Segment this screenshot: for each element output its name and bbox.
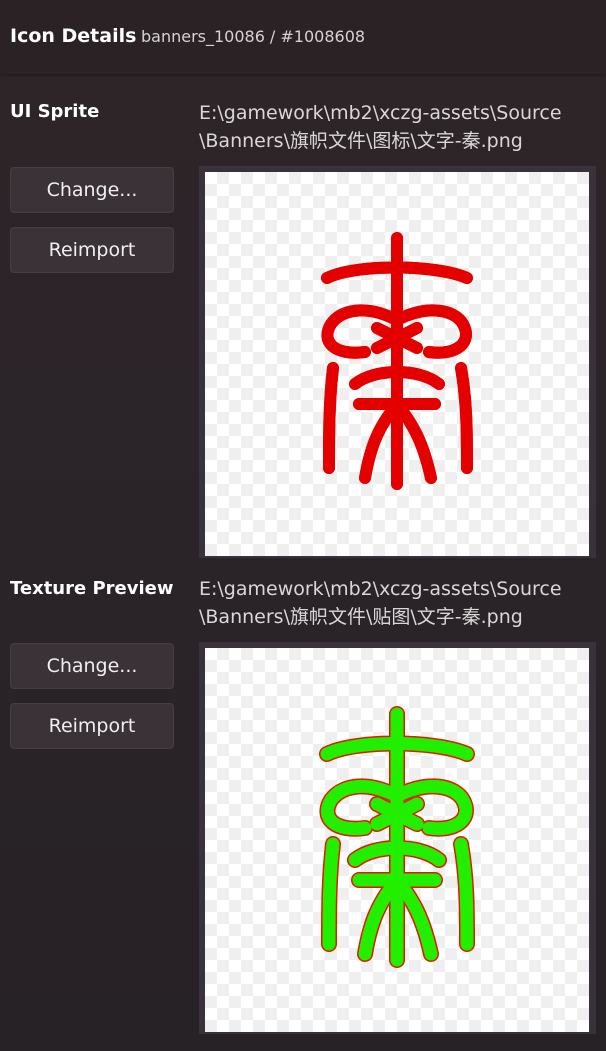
texture-preview-path-line-1: E:\gamework\mb2\xczg-assets\Source	[199, 578, 562, 600]
qin-seal-glyph	[319, 706, 475, 968]
texture-preview-frame	[199, 642, 596, 1034]
texture-preview-path[interactable]: E:\gamework\mb2\xczg-assets\Source \Bann…	[199, 575, 599, 631]
ui-sprite-reimport-button[interactable]: Reimport	[10, 227, 174, 273]
details-header: Icon Details banners_10086/ #1008608	[0, 0, 606, 74]
asset-name: banners_10086	[141, 27, 265, 46]
ui-sprite-path-line-1: E:\gamework\mb2\xczg-assets\Source	[199, 102, 562, 124]
texture-preview-change-button[interactable]: Change...	[10, 643, 174, 689]
ui-sprite-glyph-image	[321, 232, 473, 490]
ui-sprite-change-button[interactable]: Change...	[10, 167, 174, 213]
texture-preview-reimport-button[interactable]: Reimport	[10, 703, 174, 749]
ui-sprite-path[interactable]: E:\gamework\mb2\xczg-assets\Source \Bann…	[199, 99, 599, 155]
asset-identifier: banners_10086/ #1008608	[141, 27, 365, 46]
texture-preview-glyph-image	[319, 706, 475, 968]
asset-id: / #1008608	[269, 27, 366, 46]
texture-preview-path-line-2: \Banners\旗帜文件\贴图\文字-秦.png	[199, 606, 523, 628]
ui-sprite-preview-frame	[199, 166, 596, 558]
ui-sprite-preview-canvas	[205, 172, 589, 556]
texture-preview-title: Texture Preview	[10, 578, 174, 599]
ui-sprite-title: UI Sprite	[10, 101, 100, 122]
qin-seal-glyph	[321, 232, 473, 490]
texture-preview-canvas	[205, 648, 589, 1032]
ui-sprite-path-line-2: \Banners\旗帜文件\图标\文字-秦.png	[199, 130, 523, 152]
panel-title: Icon Details	[10, 25, 137, 47]
